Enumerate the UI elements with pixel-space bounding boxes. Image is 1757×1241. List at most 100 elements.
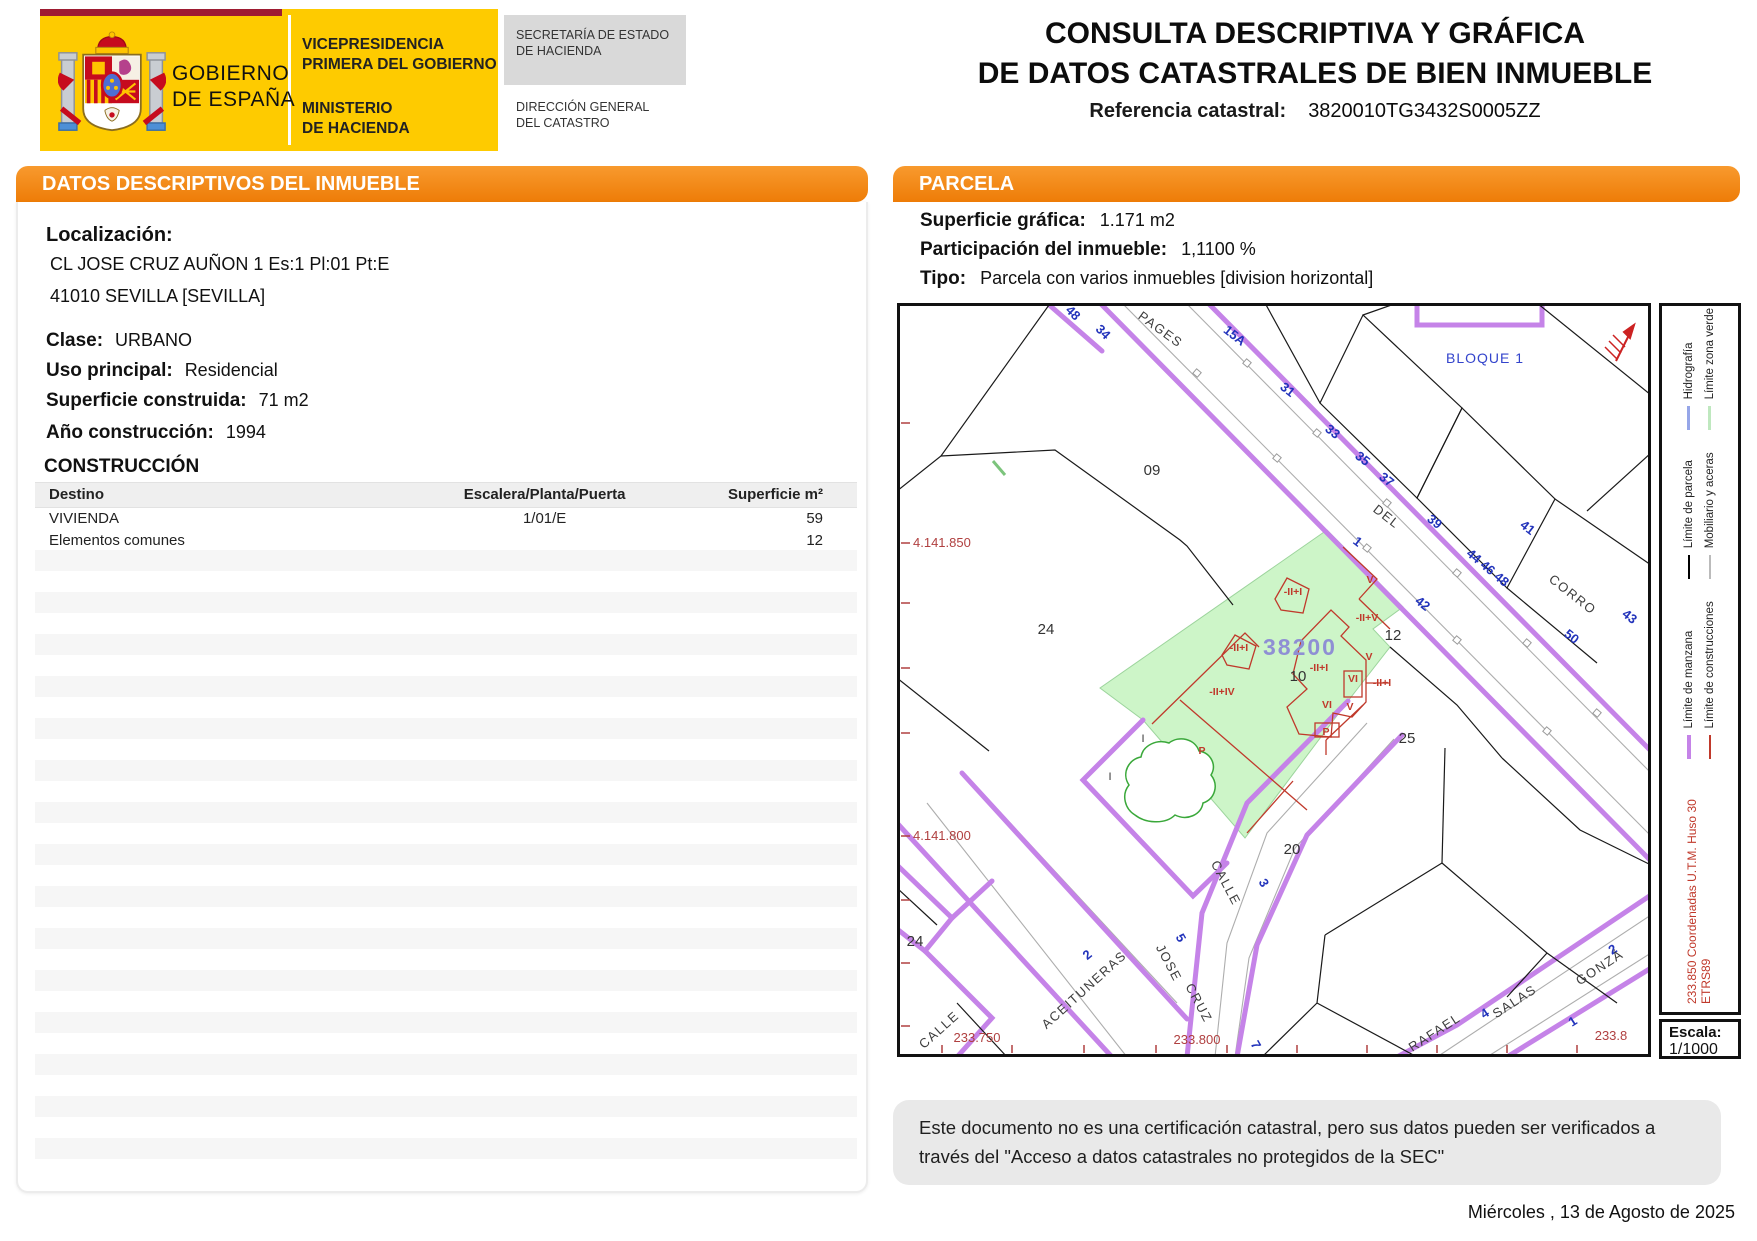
- tipo-row: Tipo: Parcela con varios inmuebles [divis…: [920, 268, 1720, 290]
- map-label: 10: [1290, 668, 1307, 685]
- map-label: -II+I: [1310, 662, 1328, 674]
- legend-swatch-icon: [1687, 406, 1690, 430]
- logo-red-strip: [40, 9, 282, 16]
- secretaria-box: SECRETARÍA DE ESTADO DE HACIENDA: [504, 15, 686, 85]
- map-label: P: [1198, 745, 1205, 757]
- uso-value: Residencial: [185, 360, 278, 380]
- superficie-label: Superficie construida:: [46, 390, 247, 411]
- legend-swatch-icon: [1687, 736, 1691, 760]
- superficie-value: 71 m2: [259, 390, 309, 410]
- cadastral-reference: Referencia catastral: 3820010TG3432S0005Z…: [905, 100, 1725, 123]
- gobierno-text: GOBIERNO DE ESPAÑA: [172, 61, 295, 113]
- address-line1: CL JOSE CRUZ AUÑON 1 Es:1 Pl:01 Pt:E: [50, 254, 389, 275]
- left-panel-header: DATOS DESCRIPTIVOS DEL INMUEBLE: [16, 166, 868, 202]
- table-cell: VIVIENDA: [35, 508, 413, 530]
- scale-value: 1/1000: [1669, 1041, 1738, 1059]
- scale-box: Escala: 1/1000: [1659, 1019, 1741, 1059]
- direccion-line1: DIRECCIÓN GENERAL: [516, 100, 649, 114]
- legend-swatch-icon: [1709, 736, 1711, 760]
- map-label: VI: [1348, 673, 1358, 685]
- legend-swatch-icon: [1709, 555, 1711, 579]
- parcela-title: PARCELA: [919, 173, 1014, 195]
- map-label: 4.141.850: [913, 535, 971, 550]
- reference-value: 3820010TG3432S0005ZZ: [1308, 100, 1540, 122]
- map-label: V: [1366, 574, 1373, 586]
- map-label: 38200: [1263, 634, 1337, 660]
- map-label: 24: [1038, 621, 1055, 638]
- tipo-value: Parcela con varios inmuebles [division h…: [980, 268, 1373, 288]
- gobierno-line1: GOBIERNO: [172, 61, 295, 87]
- map-label: I: [1108, 771, 1111, 783]
- table-cell: Destino: [35, 483, 413, 507]
- legend-label: Mobiliario y aceras: [1704, 452, 1716, 548]
- legend-swatch-icon: [1708, 406, 1711, 430]
- legend-item: Mobiliario y aceras: [1704, 452, 1716, 579]
- map-label: 09: [1144, 462, 1161, 479]
- legend-label: Límite de construcciones: [1704, 601, 1716, 728]
- clase-value: URBANO: [115, 330, 192, 350]
- map-label: 25: [1399, 730, 1416, 747]
- cadastral-map: 483415A31333537394144 46 484243501357221…: [897, 303, 1651, 1057]
- direccion-general-box: DIRECCIÓN GENERAL DEL CATASTRO: [504, 99, 686, 143]
- map-label: I: [1141, 733, 1144, 745]
- legend-label: Hidrografía: [1683, 343, 1695, 400]
- participacion-row: Participación del inmueble:1,1100 %: [920, 239, 1720, 261]
- table-cell: Escalera/Planta/Puerta: [413, 483, 676, 507]
- uso-row: Uso principal: Residencial: [46, 360, 278, 382]
- map-legend-rotated: 233.850 Coordenadas U.T.M. Huso 30 ETRS8…: [1664, 308, 1734, 1008]
- dept-line1: VICEPRESIDENCIA: [302, 35, 497, 55]
- spain-coat-of-arms-icon: [58, 29, 166, 145]
- legend-label: Límite de parcela: [1683, 460, 1695, 548]
- map-label: 233.800: [1174, 1032, 1221, 1047]
- legend-item: Hidrografía: [1683, 308, 1695, 430]
- empty-table-stripes: [35, 550, 857, 1170]
- vicepresidencia-text: VICEPRESIDENCIA PRIMERA DEL GOBIERNO: [302, 35, 497, 75]
- map-label: -II+I: [1230, 642, 1248, 654]
- map-label: P: [1322, 726, 1329, 738]
- map-label: -II+IV: [1209, 686, 1234, 698]
- right-panel-header: PARCELA: [893, 166, 1740, 202]
- map-label: V: [1346, 701, 1353, 713]
- cadastral-document: GOBIERNO DE ESPAÑA VICEPRESIDENCIA PRIME…: [0, 0, 1757, 1241]
- tipo-label: Tipo:: [920, 268, 966, 289]
- secretaria-line2: DE HACIENDA: [516, 44, 601, 58]
- map-label: VI: [1322, 699, 1332, 711]
- clase-label: Clase:: [46, 330, 103, 351]
- ministry-line1: MINISTERIO: [302, 99, 410, 119]
- legend-items: Límite de manzanaLímite de construccione…: [1683, 308, 1716, 760]
- superficie-grafica-label: Superficie gráfica:: [920, 210, 1086, 231]
- map-label: 24: [907, 933, 924, 950]
- anio-row: Año construcción:1994: [46, 422, 266, 444]
- map-legend-box: 233.850 Coordenadas U.T.M. Huso 30 ETRS8…: [1659, 303, 1741, 1015]
- table-cell: Superficie m²: [676, 483, 857, 507]
- cadastral-map-svg: 483415A31333537394144 46 484243501357221…: [897, 303, 1651, 1057]
- secretaria-line1: SECRETARÍA DE ESTADO: [516, 28, 669, 42]
- table-cell: 59: [676, 508, 857, 530]
- superficie-grafica-row: Superficie gráfica: 1.171 m2: [920, 210, 1720, 232]
- table-header-row: DestinoEscalera/Planta/PuertaSuperficie …: [35, 482, 857, 508]
- legend-item: Límite de parcela: [1683, 452, 1695, 579]
- legend-column: Límite de parcela Mobiliario y aceras: [1683, 452, 1716, 579]
- anio-value: 1994: [226, 422, 266, 442]
- participacion-value: 1,1100 %: [1181, 239, 1256, 259]
- uso-label: Uso principal:: [46, 360, 173, 381]
- map-label: -II+I: [1284, 586, 1302, 598]
- map-label: 20: [1284, 841, 1301, 858]
- title-line1: CONSULTA DESCRIPTIVA Y GRÁFICA: [905, 14, 1725, 54]
- gobierno-espana-logo: GOBIERNO DE ESPAÑA VICEPRESIDENCIA PRIME…: [40, 9, 498, 151]
- left-panel-body: Localización: CL JOSE CRUZ AUÑON 1 Es:1 …: [16, 202, 868, 1193]
- map-label: -II+I: [1373, 677, 1391, 689]
- document-date: Miércoles , 13 de Agosto de 2025: [1435, 1202, 1735, 1223]
- superficie-grafica-value: 1.171 m2: [1100, 210, 1175, 230]
- table-row: Elementos comunes12: [35, 530, 857, 552]
- disclaimer-box: Este documento no es una certificación c…: [893, 1100, 1721, 1185]
- reference-label: Referencia catastral:: [1089, 100, 1286, 122]
- map-label: 4.141.800: [913, 828, 971, 843]
- title-line2: DE DATOS CATASTRALES DE BIEN INMUEBLE: [905, 54, 1725, 94]
- ministry-line2: DE HACIENDA: [302, 119, 410, 139]
- map-label: V: [1365, 651, 1372, 663]
- clase-row: Clase: URBANO: [46, 330, 192, 352]
- map-label: BLOQUE 1: [1446, 350, 1524, 366]
- map-label: 233.750: [954, 1030, 1001, 1045]
- document-title: CONSULTA DESCRIPTIVA Y GRÁFICA DE DATOS …: [905, 14, 1725, 123]
